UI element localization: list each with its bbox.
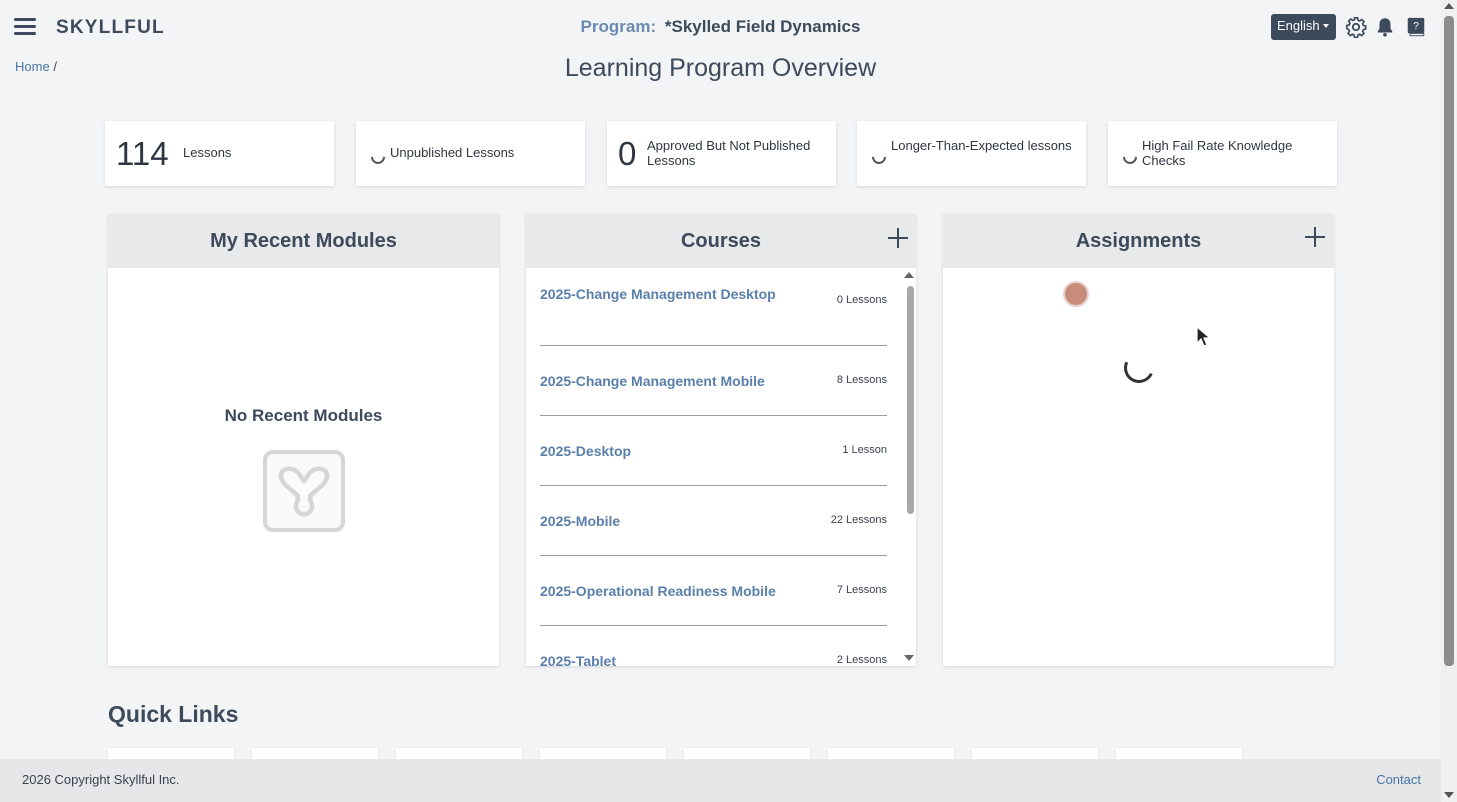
assignments-header: Assignments <box>943 214 1334 268</box>
courses-scrollbar[interactable] <box>903 272 915 664</box>
caret-down-icon <box>1322 23 1329 28</box>
assignments-title: Assignments <box>1075 230 1202 252</box>
course-list-item[interactable]: 2025-Tablet 2 Lessons <box>540 626 887 676</box>
course-name[interactable]: 2025-Change Management Desktop <box>540 286 800 303</box>
gear-icon[interactable] <box>1345 16 1367 38</box>
language-value: English <box>1277 18 1320 33</box>
loading-spinner-icon <box>1119 348 1159 388</box>
course-lesson-count: 7 Lessons <box>836 584 887 596</box>
page-scrollbar[interactable] <box>1441 0 1457 802</box>
course-list-item[interactable]: 2025-Desktop 1 Lesson <box>540 416 887 486</box>
page-title: Learning Program Overview <box>564 54 877 82</box>
course-list-item[interactable]: 2025-Change Management Mobile 8 Lessons <box>540 346 887 416</box>
course-lesson-count: 8 Lessons <box>836 374 887 386</box>
copyright-text: 2026 Copyright Skyllful Inc. <box>22 772 180 787</box>
assignments-panel: Assignments <box>943 214 1334 666</box>
empty-state-text: No Recent Modules <box>224 406 383 425</box>
scroll-thumb[interactable] <box>907 286 914 514</box>
loading-spinner-icon <box>1120 147 1140 167</box>
page-scroll-thumb[interactable] <box>1444 16 1454 666</box>
course-lesson-count: 22 Lessons <box>830 514 887 526</box>
contact-link[interactable]: Contact <box>1376 772 1421 787</box>
stat-value: 114 <box>116 135 169 172</box>
add-course-plus-icon[interactable] <box>888 228 908 248</box>
course-name[interactable]: 2025-Tablet <box>540 653 800 670</box>
recent-modules-panel: My Recent Modules No Recent Modules <box>108 214 499 666</box>
language-dropdown[interactable]: English <box>1271 14 1336 40</box>
program-name: *Skylled Field Dynamics <box>664 17 861 36</box>
course-lesson-count: 1 Lesson <box>842 444 887 456</box>
course-name[interactable]: 2025-Mobile <box>540 513 800 530</box>
program-label: Program: <box>580 17 657 36</box>
stat-label: Approved But Not Published Lessons <box>647 138 811 168</box>
quick-links-title: Quick Links <box>108 701 239 727</box>
course-list-item[interactable]: 2025-Operational Readiness Mobile 7 Less… <box>540 556 887 626</box>
add-assignment-plus-icon[interactable] <box>1305 227 1325 247</box>
stat-card-unpublished[interactable]: Unpublished Lessons <box>356 121 585 186</box>
recent-modules-title: My Recent Modules <box>108 214 499 268</box>
mouse-cursor-icon <box>1196 326 1212 347</box>
scroll-down-arrow-icon[interactable] <box>904 655 914 661</box>
avatar <box>1063 281 1089 307</box>
scroll-up-arrow-icon[interactable] <box>904 272 914 278</box>
stat-value: 0 <box>618 135 637 172</box>
course-name[interactable]: 2025-Operational Readiness Mobile <box>540 583 800 600</box>
svg-text:?: ? <box>1413 21 1419 32</box>
course-list: 2025-Change Management Desktop 0 Lessons… <box>540 276 887 676</box>
stat-label: Unpublished Lessons <box>390 145 515 160</box>
scroll-up-arrow-icon[interactable] <box>1444 3 1454 9</box>
course-lesson-count: 2 Lessons <box>836 654 887 666</box>
bell-icon[interactable] <box>1374 16 1396 38</box>
loading-spinner-icon <box>368 147 388 167</box>
courses-title: Courses <box>680 230 762 252</box>
course-lesson-count: 0 Lessons <box>836 294 887 306</box>
stat-card-approved-not-published[interactable]: 0 Approved But Not Published Lessons <box>607 121 836 186</box>
skyllful-logo-icon <box>263 450 345 532</box>
program-title: Program: *Skylled Field Dynamics <box>0 17 1441 37</box>
help-book-icon[interactable]: ? <box>1405 16 1427 38</box>
stat-label: Longer-Than-Expected lessons <box>891 138 1072 153</box>
course-list-item[interactable]: 2025-Change Management Desktop 0 Lessons <box>540 276 887 346</box>
courses-panel: Courses 2025-Change Management Desktop 0… <box>526 214 916 669</box>
scroll-down-arrow-icon[interactable] <box>1444 792 1454 798</box>
courses-header: Courses <box>526 214 916 268</box>
stat-card-lessons[interactable]: 114 Lessons <box>105 121 334 186</box>
loading-spinner-icon <box>869 147 889 167</box>
stat-card-high-fail-rate[interactable]: High Fail Rate Knowledge Checks <box>1108 121 1337 186</box>
top-navbar: SKYLLFUL Program: *Skylled Field Dynamic… <box>0 0 1441 56</box>
course-list-item[interactable]: 2025-Mobile 22 Lessons <box>540 486 887 556</box>
stat-label: High Fail Rate Knowledge Checks <box>1142 138 1293 168</box>
stat-card-longer-than-expected[interactable]: Longer-Than-Expected lessons <box>857 121 1086 186</box>
footer: 2026 Copyright Skyllful Inc. Contact <box>0 759 1441 802</box>
course-name[interactable]: 2025-Desktop <box>540 443 800 460</box>
course-name[interactable]: 2025-Change Management Mobile <box>540 373 800 390</box>
stat-label: Lessons <box>183 145 232 160</box>
